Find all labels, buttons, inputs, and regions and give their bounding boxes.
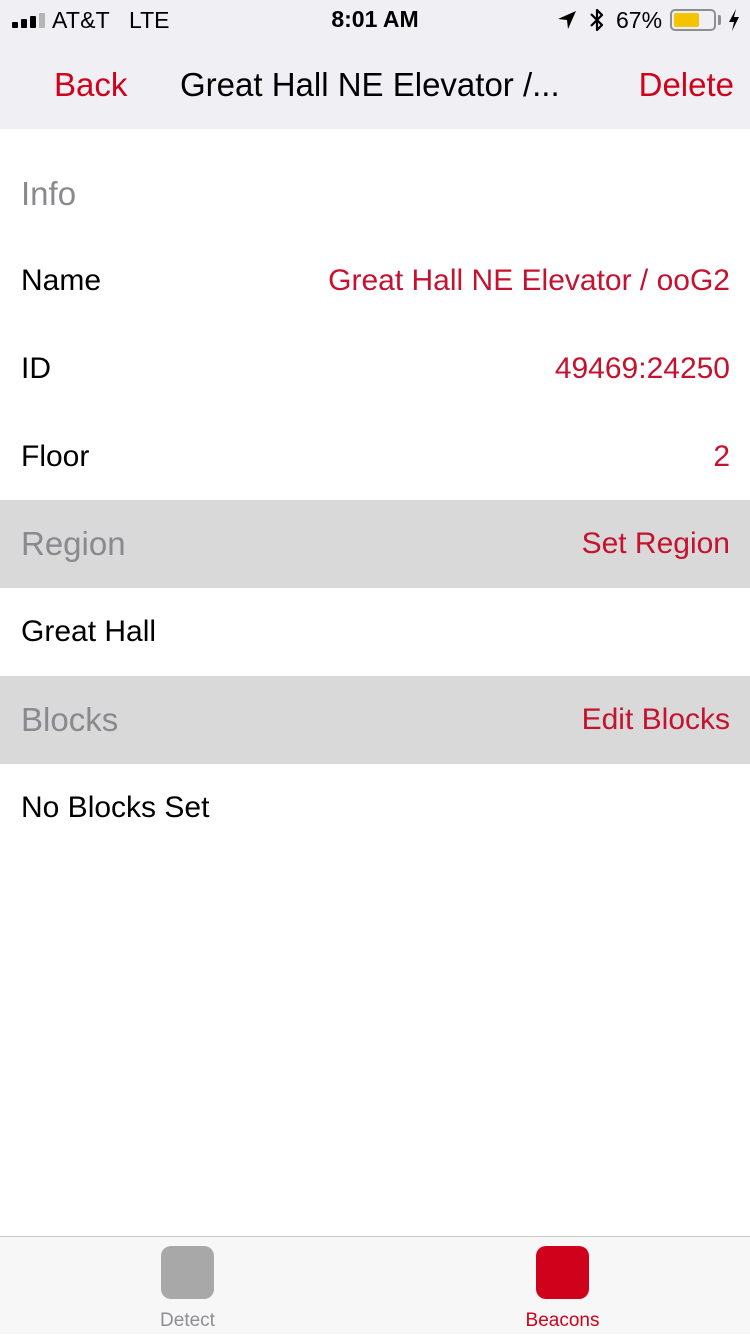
blocks-value: No Blocks Set xyxy=(21,791,210,824)
tab-beacons[interactable]: Beacons xyxy=(375,1237,750,1335)
blocks-row: No Blocks Set xyxy=(0,764,750,852)
floor-label: Floor xyxy=(21,440,90,473)
info-header-label: Info xyxy=(21,175,77,212)
floor-value[interactable]: 2 xyxy=(713,413,730,501)
name-value[interactable]: Great Hall NE Elevator / ooG2 xyxy=(328,237,730,325)
info-section-header: Info xyxy=(0,150,750,238)
tab-detect[interactable]: Detect xyxy=(0,1237,375,1335)
blocks-header-label: Blocks xyxy=(21,701,119,738)
detect-tab-icon xyxy=(161,1246,214,1299)
edit-blocks-button[interactable]: Edit Blocks xyxy=(582,676,730,764)
info-row-name: Name Great Hall NE Elevator / ooG2 xyxy=(0,237,750,325)
name-label: Name xyxy=(21,264,102,297)
tab-bar: Detect Beacons xyxy=(0,1236,750,1334)
tab-detect-label: Detect xyxy=(160,1310,215,1331)
location-arrow-icon xyxy=(558,11,576,29)
page-title: Great Hall NE Elevator /... xyxy=(180,66,560,103)
beacons-tab-icon xyxy=(536,1246,589,1299)
navigation-bar: Back Great Hall NE Elevator /... Delete xyxy=(0,40,750,129)
delete-button[interactable]: Delete xyxy=(639,66,734,104)
set-region-button[interactable]: Set Region xyxy=(582,500,730,588)
battery-cap xyxy=(718,15,721,25)
region-section-header: Region Set Region xyxy=(0,500,750,588)
battery-percent: 67% xyxy=(616,7,663,33)
region-value: Great Hall xyxy=(21,615,157,648)
battery-fill xyxy=(674,13,699,27)
id-value[interactable]: 49469:24250 xyxy=(555,325,730,413)
region-row: Great Hall xyxy=(0,588,750,676)
back-button[interactable]: Back xyxy=(54,66,127,104)
bluetooth-icon xyxy=(590,8,604,32)
battery-icon xyxy=(670,9,716,31)
info-row-floor: Floor 2 xyxy=(0,413,750,501)
tab-beacons-label: Beacons xyxy=(525,1310,600,1331)
region-header-label: Region xyxy=(21,525,126,562)
status-bar: AT&T LTE 8:01 AM 67% xyxy=(0,0,750,40)
blocks-section-header: Blocks Edit Blocks xyxy=(0,676,750,764)
id-label: ID xyxy=(21,352,51,385)
info-row-id: ID 49469:24250 xyxy=(0,325,750,413)
charging-bolt-icon xyxy=(729,9,739,31)
